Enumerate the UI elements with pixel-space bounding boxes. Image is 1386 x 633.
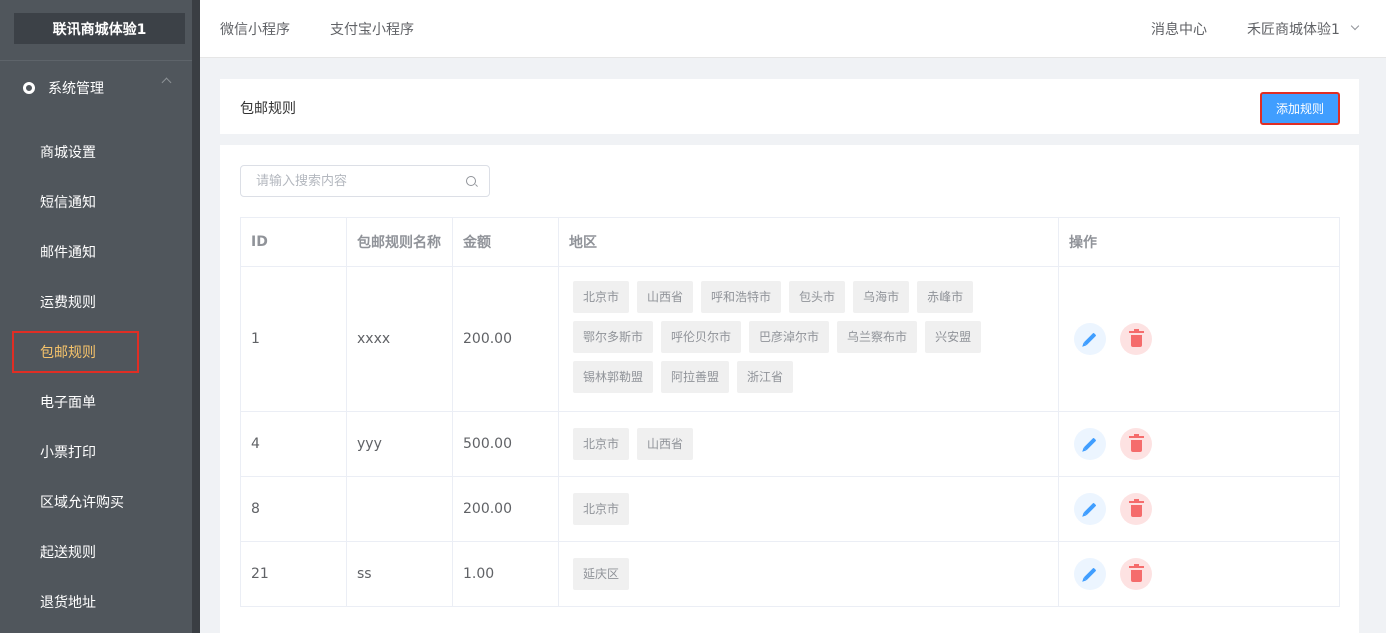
cell-amount: 500.00 [452,411,559,477]
menu-section-label: 系统管理 [48,81,104,97]
col-header-region: 地区 [558,217,1059,267]
search-box[interactable] [240,165,490,197]
sidebar-item-email-notify[interactable]: 邮件通知 [40,243,96,263]
table-row: 4 yyy 500.00 北京市 山西省 [240,411,1340,477]
table-row: 1 xxxx 200.00 北京市 山西省 呼和浩特市 包头市 乌海市 赤峰市 … [240,266,1340,412]
region-tag: 兴安盟 [925,321,982,353]
cell-id: 1 [240,266,347,412]
region-tag: 北京市 [573,493,630,525]
trash-icon [1128,433,1144,452]
edit-button[interactable] [1074,558,1106,590]
user-menu[interactable]: 禾匠商城体验1 [1247,19,1340,39]
cell-regions: 延庆区 [558,541,1059,607]
cell-actions [1058,266,1340,412]
delete-button[interactable] [1120,493,1152,525]
table-row: 21 ss 1.00 延庆区 [240,541,1340,607]
cell-name: yyy [346,411,453,477]
sidebar-item-mall-settings[interactable]: 商城设置 [40,143,96,163]
cell-amount: 1.00 [452,541,559,607]
menu-section-system[interactable]: 系统管理 [0,60,192,115]
search-input[interactable] [256,166,466,196]
col-header-id: ID [240,217,347,267]
sidebar-item-shipping-rules[interactable]: 运费规则 [40,293,96,313]
cell-actions [1058,476,1340,542]
sidebar-item-return-address[interactable]: 退货地址 [40,593,96,613]
chevron-up-icon [161,77,172,88]
region-tag: 山西省 [637,428,694,460]
trash-icon [1128,498,1144,517]
cell-id: 4 [240,411,347,477]
region-tag: 锡林郭勒盟 [573,361,654,393]
tab-wechat-miniprogram[interactable]: 微信小程序 [220,19,290,39]
cell-actions [1058,411,1340,477]
search-icon[interactable] [466,176,476,186]
edit-button[interactable] [1074,428,1106,460]
cell-id: 8 [240,476,347,542]
col-header-name: 包邮规则名称 [346,217,453,267]
cell-actions [1058,541,1340,607]
cell-amount: 200.00 [452,476,559,542]
sidebar-scrollbar[interactable] [192,0,200,633]
region-tag: 包头市 [789,281,846,313]
sidebar: 联讯商城体验1 系统管理 商城设置 短信通知 邮件通知 运费规则 包邮规则 电子… [0,0,200,633]
region-tag: 浙江省 [737,361,794,393]
region-tag: 乌兰察布市 [837,321,918,353]
col-header-amount: 金额 [452,217,559,267]
region-tag: 巴彦淖尔市 [749,321,830,353]
sidebar-item-sms-notify[interactable]: 短信通知 [40,193,96,213]
table-header-row: ID 包邮规则名称 金额 地区 操作 [240,217,1340,267]
cell-regions: 北京市 山西省 呼和浩特市 包头市 乌海市 赤峰市 鄂尔多斯市 呼伦贝尔市 巴彦… [558,266,1059,412]
trash-icon [1128,563,1144,582]
cell-amount: 200.00 [452,266,559,412]
sidebar-item-e-waybill[interactable]: 电子面单 [40,393,96,413]
page-title: 包邮规则 [240,101,296,117]
sidebar-item-free-shipping[interactable]: 包邮规则 [40,343,96,363]
region-tag: 山西省 [637,281,694,313]
region-tag: 延庆区 [573,558,630,590]
trash-icon [1128,328,1144,347]
cell-regions: 北京市 [558,476,1059,542]
region-tag: 赤峰市 [917,281,974,313]
region-tag: 乌海市 [853,281,910,313]
cell-id: 21 [240,541,347,607]
delete-button[interactable] [1120,428,1152,460]
region-tag: 呼和浩特市 [701,281,782,313]
pencil-icon [1083,567,1097,581]
chevron-down-icon[interactable] [1350,21,1360,31]
add-rule-button[interactable]: 添加规则 [1260,92,1340,125]
cell-name: xxxx [346,266,453,412]
pencil-icon [1083,332,1097,346]
free-shipping-table: ID 包邮规则名称 金额 地区 操作 1 xxxx 200.00 北京市 山西省… [240,217,1340,607]
edit-button[interactable] [1074,493,1106,525]
edit-button[interactable] [1074,323,1106,355]
cell-regions: 北京市 山西省 [558,411,1059,477]
region-tag: 呼伦贝尔市 [661,321,742,353]
top-bar: 微信小程序 支付宝小程序 消息中心 禾匠商城体验1 [200,0,1386,58]
col-header-actions: 操作 [1058,217,1340,267]
pencil-icon [1083,437,1097,451]
region-tag: 鄂尔多斯市 [573,321,654,353]
table-row: 8 200.00 北京市 [240,476,1340,542]
delete-button[interactable] [1120,323,1152,355]
pencil-icon [1083,502,1097,516]
sidebar-item-region-purchase[interactable]: 区域允许购买 [40,493,124,513]
region-tag: 阿拉善盟 [661,361,730,393]
tab-alipay-miniprogram[interactable]: 支付宝小程序 [330,19,414,39]
sidebar-item-min-delivery[interactable]: 起送规则 [40,543,96,563]
sidebar-item-receipt-print[interactable]: 小票打印 [40,443,96,463]
gear-icon [23,82,35,94]
cell-name: ss [346,541,453,607]
message-center-link[interactable]: 消息中心 [1151,19,1207,39]
delete-button[interactable] [1120,558,1152,590]
region-tag: 北京市 [573,428,630,460]
cell-name [346,476,453,542]
region-tag: 北京市 [573,281,630,313]
app-logo: 联讯商城体验1 [14,13,185,44]
page-header-card: 包邮规则 [220,79,1359,134]
